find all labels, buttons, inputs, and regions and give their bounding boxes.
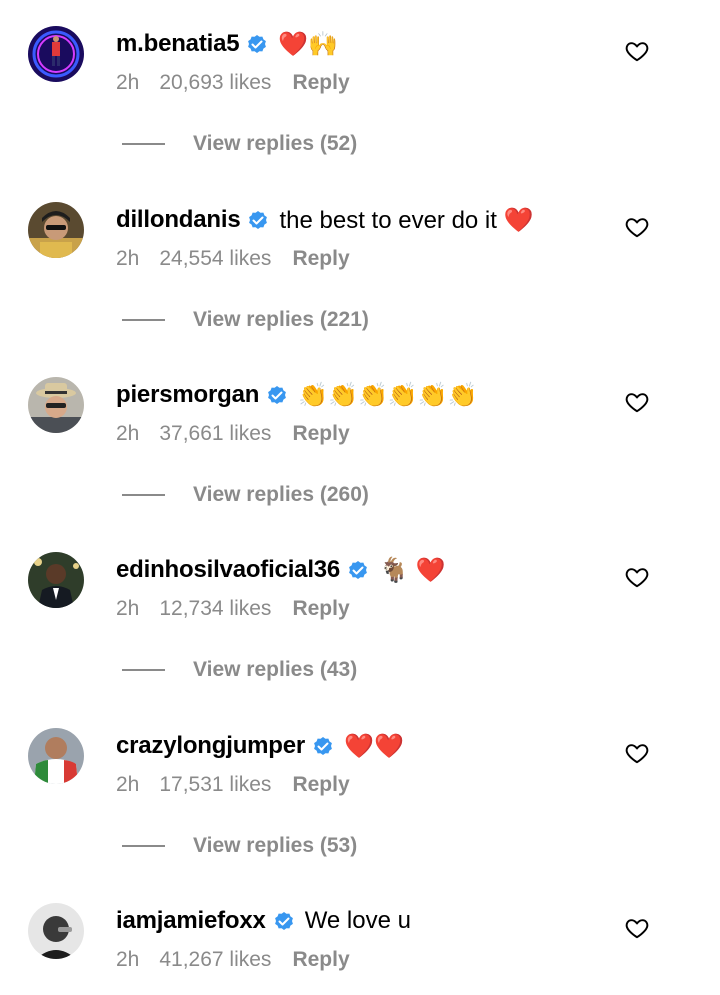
view-replies-label[interactable]: View replies (260) [193,483,369,507]
like-heart-icon[interactable] [624,915,650,941]
avatar[interactable] [28,728,84,784]
username[interactable]: piersmorgan [116,381,259,409]
comment-time: 2h [116,71,140,94]
verified-badge-icon [311,734,335,758]
view-replies-label[interactable]: View replies (221) [193,308,369,332]
reply-button[interactable]: Reply [292,71,349,95]
like-heart-icon[interactable] [624,564,650,590]
reply-button[interactable]: Reply [292,773,349,797]
comment-text: We love u [304,907,411,934]
reply-button[interactable]: Reply [292,597,349,621]
comment-time: 2h [116,948,140,971]
likes-count[interactable]: 41,267 likes [159,948,271,972]
comment-item: piersmorgan 👏👏👏👏👏👏 2h 37,661 likes Reply… [0,377,720,553]
comment-time: 2h [116,247,140,270]
comment-time: 2h [116,422,140,445]
view-replies-label[interactable]: View replies (43) [193,658,357,682]
comment-time: 2h [116,773,140,796]
view-replies-button[interactable]: View replies (221) [122,308,369,332]
avatar[interactable] [28,26,84,82]
likes-count[interactable]: 37,661 likes [159,422,271,446]
avatar[interactable] [28,903,84,959]
avatar[interactable] [28,377,84,433]
verified-badge-icon [246,208,270,232]
avatar[interactable] [28,552,84,608]
like-heart-icon[interactable] [624,389,650,415]
view-replies-button[interactable]: View replies (52) [122,132,357,156]
likes-count[interactable]: 20,693 likes [159,71,271,95]
username[interactable]: edinhosilvaoficial36 [116,556,340,584]
likes-count[interactable]: 24,554 likes [159,247,271,271]
comment-text: the best to ever do it ❤️ [279,206,534,234]
comment-text: 🐐 ❤️ [379,556,446,584]
username[interactable]: crazylongjumper [116,732,305,760]
replies-divider [122,319,165,321]
like-heart-icon[interactable] [624,214,650,240]
replies-divider [122,669,165,671]
view-replies-label[interactable]: View replies (52) [193,132,357,156]
view-replies-button[interactable]: View replies (260) [122,483,369,507]
username[interactable]: iamjamiefoxx [116,907,266,935]
comment-text: 👏👏👏👏👏👏 [298,381,478,409]
verified-badge-icon [245,32,269,56]
avatar[interactable] [28,202,84,258]
verified-badge-icon [346,558,370,582]
like-heart-icon[interactable] [624,38,650,64]
comment-text: ❤️🙌 [278,30,339,58]
comment-item: m.benatia5 ❤️🙌 2h 20,693 likes Reply Vie… [0,26,720,202]
like-heart-icon[interactable] [624,740,650,766]
username[interactable]: dillondanis [116,206,241,234]
replies-divider [122,845,165,847]
comment-item: dillondanis the best to ever do it ❤️ 2h… [0,202,720,378]
username[interactable]: m.benatia5 [116,30,240,58]
replies-divider [122,143,165,145]
comment-item: edinhosilvaoficial36 🐐 ❤️ 2h 12,734 like… [0,552,720,728]
comment-text: ❤️❤️ [344,732,404,760]
view-replies-button[interactable]: View replies (43) [122,658,357,682]
reply-button[interactable]: Reply [292,247,349,271]
replies-divider [122,494,165,496]
verified-badge-icon [265,383,289,407]
reply-button[interactable]: Reply [292,948,349,972]
comment-item: crazylongjumper ❤️❤️ 2h 17,531 likes Rep… [0,728,720,904]
likes-count[interactable]: 12,734 likes [159,597,271,621]
reply-button[interactable]: Reply [292,422,349,446]
likes-count[interactable]: 17,531 likes [159,773,271,797]
comment-item: iamjamiefoxx We love u 2h 41,267 likes R… [0,903,720,995]
view-replies-label[interactable]: View replies (53) [193,834,357,858]
verified-badge-icon [272,909,296,933]
view-replies-button[interactable]: View replies (53) [122,834,357,858]
comment-time: 2h [116,597,140,620]
